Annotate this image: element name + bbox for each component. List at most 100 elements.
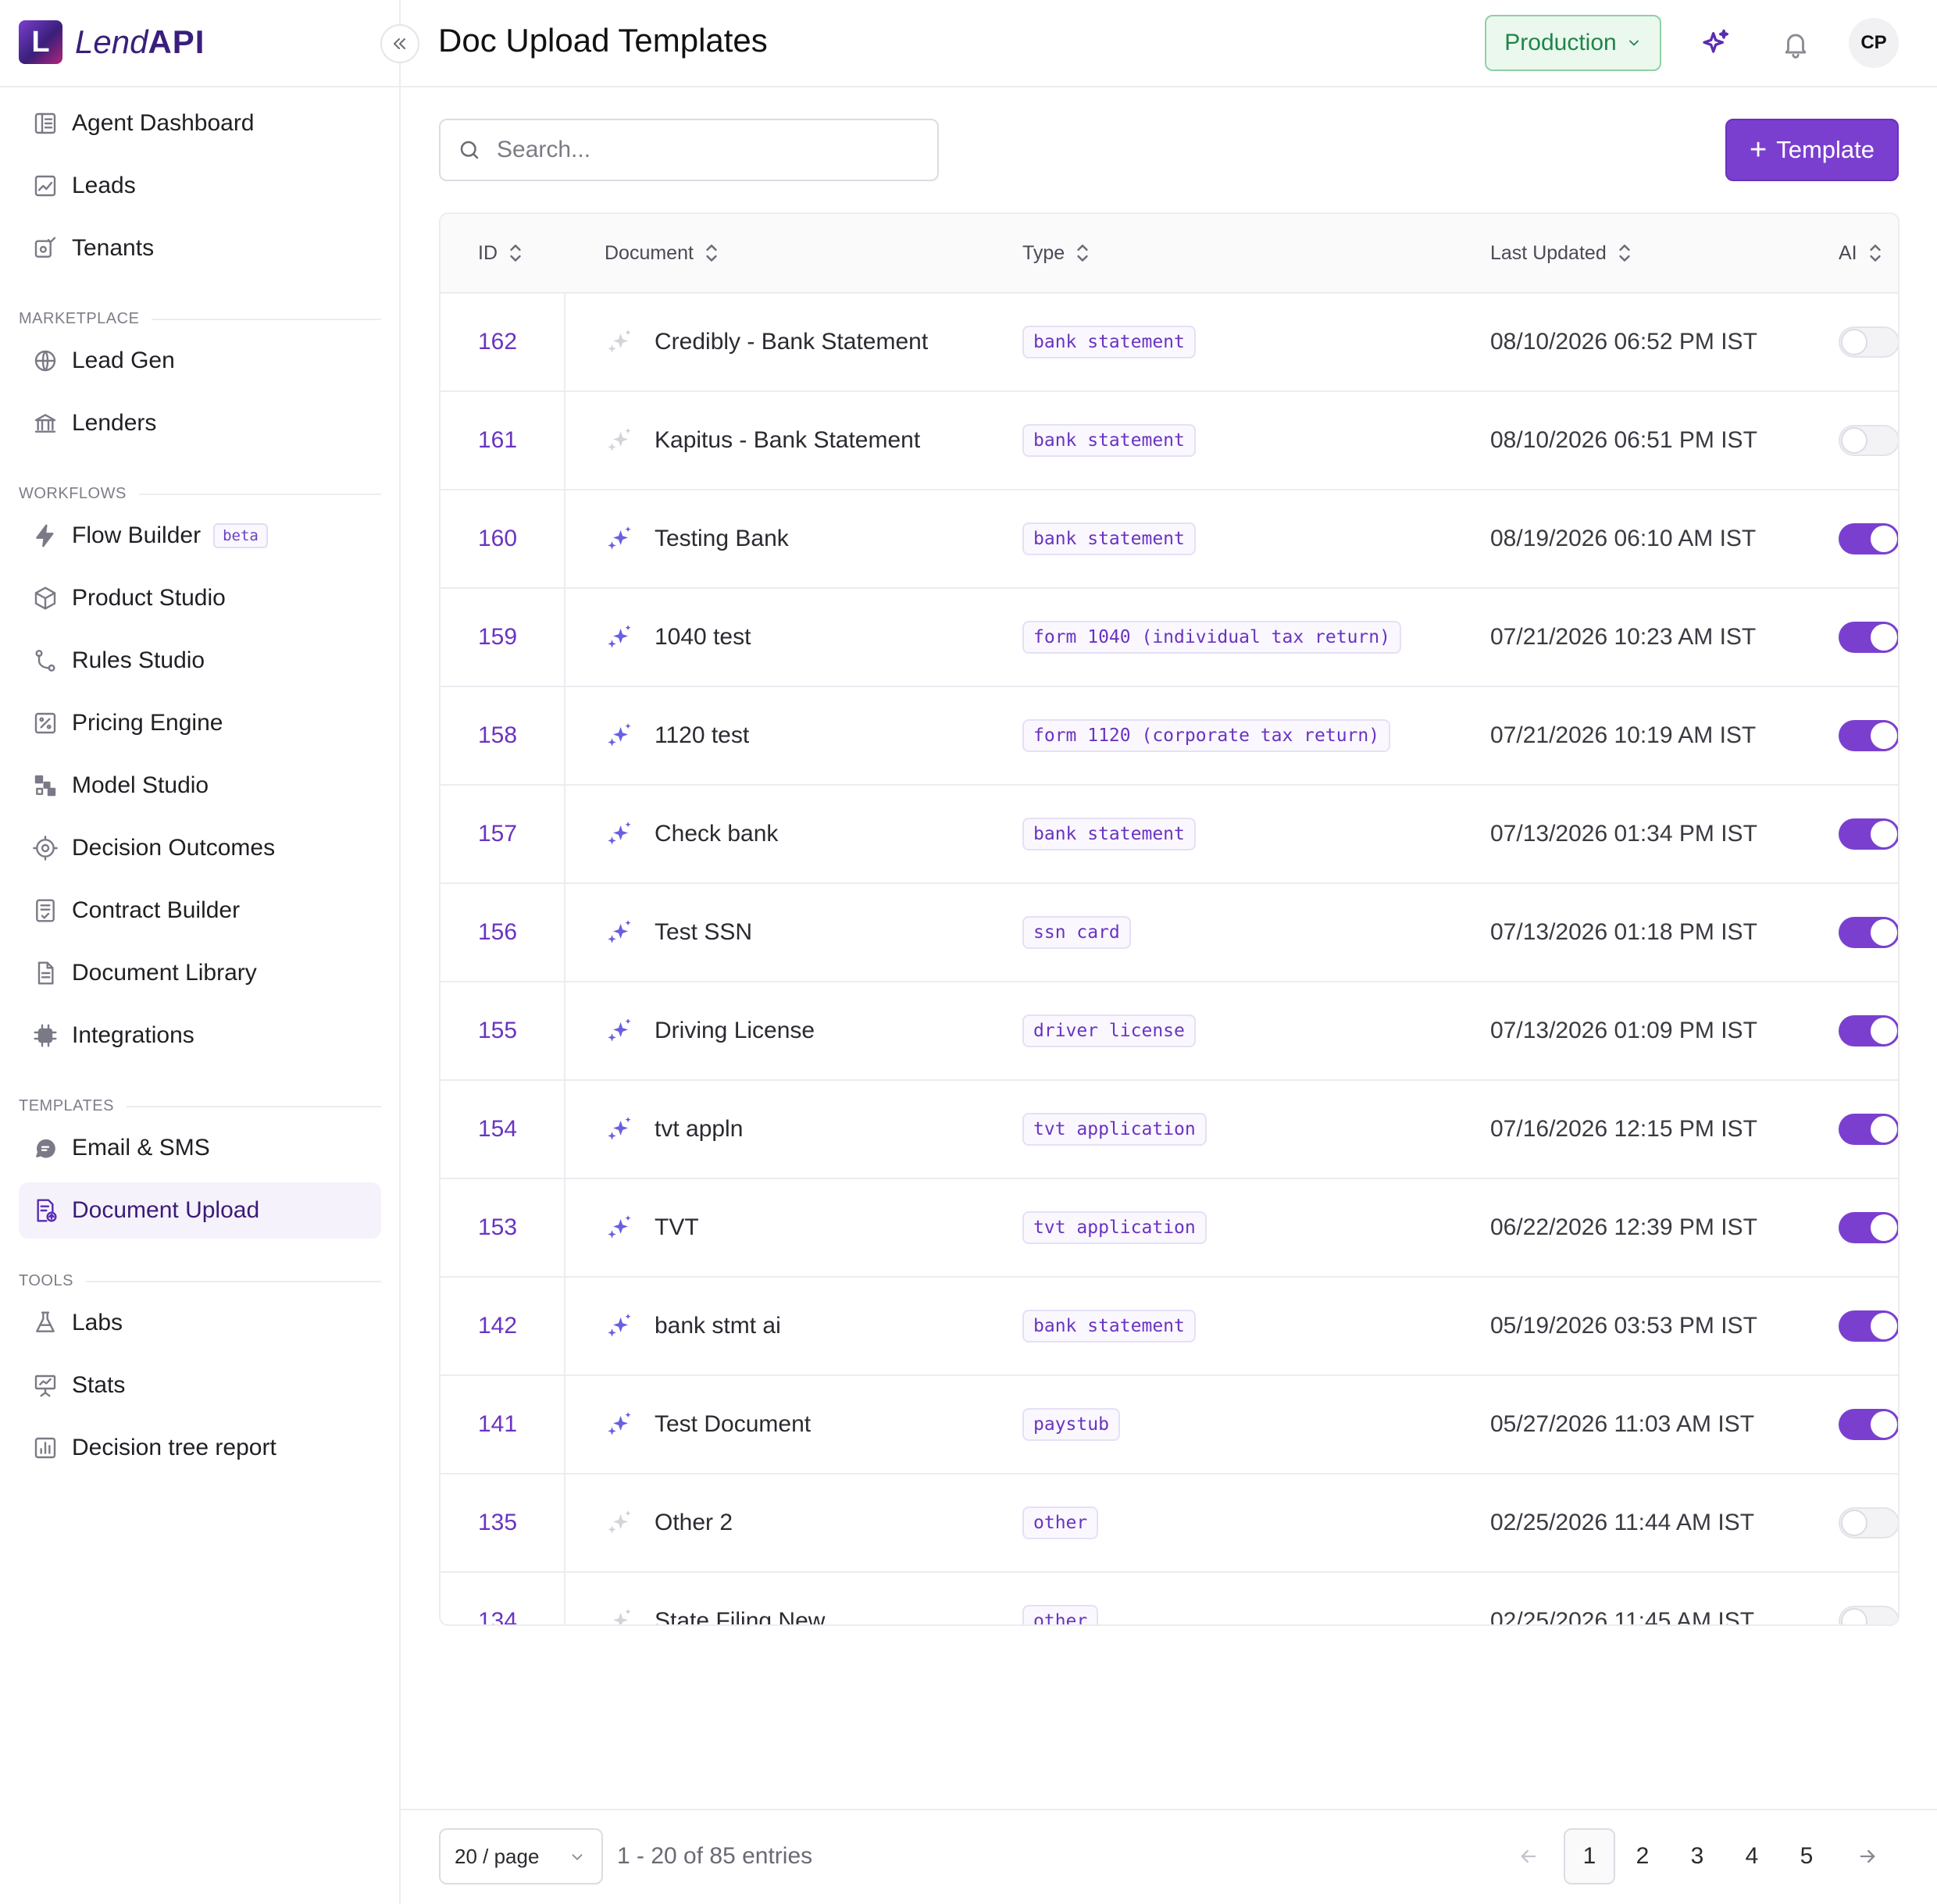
document-cell[interactable]: State Filing New (605, 1573, 825, 1624)
notifications-button[interactable] (1775, 23, 1816, 64)
template-id-link[interactable]: 153 (478, 1179, 517, 1276)
sidebar-item-email-sms[interactable]: Email & SMS (19, 1120, 381, 1176)
table-row[interactable]: 157 Check bank bank statement 07/13/2026 01… (441, 786, 1898, 884)
ai-toggle[interactable] (1839, 818, 1898, 850)
ai-toggle[interactable] (1839, 1114, 1898, 1145)
ai-toggle[interactable] (1839, 1310, 1898, 1342)
document-cell[interactable]: 1040 test (605, 589, 751, 686)
table-row[interactable]: 159 1040 test form 1040 (individual tax re… (441, 589, 1898, 687)
table-row[interactable]: 160 Testing Bank bank statement 08/19/2026 … (441, 490, 1898, 589)
toggle-knob (1841, 427, 1867, 454)
document-cell[interactable]: TVT (605, 1179, 699, 1276)
sidebar-item-decision-outcomes[interactable]: Decision Outcomes (19, 820, 381, 876)
user-avatar[interactable]: CP (1849, 18, 1899, 68)
ai-toggle[interactable] (1839, 523, 1898, 554)
template-id-link[interactable]: 135 (478, 1474, 517, 1571)
table-row[interactable]: 158 1120 test form 1120 (corporate tax ret… (441, 687, 1898, 786)
document-cell[interactable]: Check bank (605, 786, 778, 882)
document-cell[interactable]: Test Document (605, 1376, 811, 1473)
template-id-link[interactable]: 161 (478, 392, 517, 489)
ai-toggle[interactable] (1839, 1212, 1898, 1243)
template-id-link[interactable]: 158 (478, 687, 517, 784)
search-input[interactable] (497, 137, 934, 163)
ai-toggle[interactable] (1839, 622, 1898, 653)
document-cell[interactable]: Kapitus - Bank Statement (605, 392, 920, 489)
sidebar-item-decision-tree-report[interactable]: Decision tree report (19, 1420, 381, 1476)
collapse-sidebar-button[interactable] (380, 24, 419, 63)
sidebar-item-lead-gen[interactable]: Lead Gen (19, 333, 381, 389)
page-1-button[interactable]: 1 (1564, 1828, 1615, 1884)
sidebar-item-leads[interactable]: Leads (19, 158, 381, 214)
template-id-link[interactable]: 160 (478, 490, 517, 587)
page-4-button[interactable]: 4 (1726, 1828, 1778, 1884)
document-cell[interactable]: Driving License (605, 982, 815, 1079)
environment-selector[interactable]: Production (1485, 15, 1661, 71)
next-page-button[interactable] (1854, 1828, 1881, 1884)
table-row[interactable]: 154 tvt appln tvt application 07/16/2026 12… (441, 1081, 1898, 1179)
ai-toggle[interactable] (1839, 917, 1898, 948)
ai-toggle[interactable] (1839, 1606, 1898, 1624)
add-template-button[interactable]: + Template (1725, 119, 1899, 181)
template-id-link[interactable]: 141 (478, 1376, 517, 1473)
document-cell[interactable]: Other 2 (605, 1474, 733, 1571)
sidebar-item-labs[interactable]: Labs (19, 1295, 381, 1351)
brand-logo[interactable]: L LendAPI (19, 20, 205, 64)
document-cell[interactable]: Test SSN (605, 884, 752, 981)
table-row[interactable]: 162 Credibly - Bank Statement bank stateme… (441, 294, 1898, 392)
document-cell[interactable]: tvt appln (605, 1081, 743, 1178)
column-header-last-updated[interactable]: Last Updated (1490, 214, 1633, 292)
prev-page-button[interactable] (1515, 1828, 1542, 1884)
sidebar-item-rules-studio[interactable]: Rules Studio (19, 633, 381, 689)
table-row[interactable]: 134 State Filing New other 02/25/2026 11:45… (441, 1573, 1898, 1624)
template-id-link[interactable]: 162 (478, 294, 517, 390)
sidebar-item-stats[interactable]: Stats (19, 1357, 381, 1414)
ai-toggle[interactable] (1839, 1015, 1898, 1046)
column-header-id[interactable]: ID (478, 214, 524, 292)
sidebar-item-model-studio[interactable]: Model Studio (19, 758, 381, 814)
document-cell[interactable]: 1120 test (605, 687, 749, 784)
document-cell[interactable]: bank stmt ai (605, 1278, 781, 1375)
ai-toggle[interactable] (1839, 1507, 1898, 1539)
table-row[interactable]: 142 bank stmt ai bank statement 05/19/2026 … (441, 1278, 1898, 1376)
page-3-button[interactable]: 3 (1671, 1828, 1723, 1884)
ai-toggle[interactable] (1839, 425, 1898, 456)
sidebar-item-flow-builder[interactable]: Flow Builder beta (19, 508, 381, 564)
column-header-ai[interactable]: AI (1839, 214, 1884, 292)
page-size-select[interactable]: 20 / page (439, 1828, 603, 1884)
ai-toggle[interactable] (1839, 326, 1898, 358)
page-5-button[interactable]: 5 (1781, 1828, 1832, 1884)
table-row[interactable]: 161 Kapitus - Bank Statement bank statemen… (441, 392, 1898, 490)
sidebar-nav: Agent Dashboard Leads Tenants MARKETPLACE Le… (19, 95, 381, 1482)
template-id-link[interactable]: 134 (478, 1573, 517, 1624)
sidebar-item-tenants[interactable]: Tenants (19, 220, 381, 276)
template-id-link[interactable]: 157 (478, 786, 517, 882)
template-id-link[interactable]: 159 (478, 589, 517, 686)
search-box[interactable] (439, 119, 939, 181)
template-id-link[interactable]: 156 (478, 884, 517, 981)
sidebar-item-document-library[interactable]: Document Library (19, 945, 381, 1001)
template-id-link[interactable]: 155 (478, 982, 517, 1079)
table-row[interactable]: 155 Driving License driver license 07/13/20… (441, 982, 1898, 1081)
table-row[interactable]: 153 TVT tvt application 06/22/2026 12:39 PM… (441, 1179, 1898, 1278)
template-id-link[interactable]: 142 (478, 1278, 517, 1375)
ai-sparkle-button[interactable] (1696, 23, 1736, 64)
sidebar-item-agent-dashboard[interactable]: Agent Dashboard (19, 95, 381, 152)
sidebar-item-integrations[interactable]: Integrations (19, 1007, 381, 1064)
document-cell[interactable]: Testing Bank (605, 490, 789, 587)
column-header-document[interactable]: Document (605, 214, 720, 292)
ai-toggle[interactable] (1839, 1409, 1898, 1440)
sidebar-item-product-studio[interactable]: Product Studio (19, 570, 381, 626)
sidebar-item-lenders[interactable]: Lenders (19, 395, 381, 451)
page-2-button[interactable]: 2 (1617, 1828, 1668, 1884)
document-name: Driving License (655, 1018, 815, 1043)
column-header-type[interactable]: Type (1022, 214, 1091, 292)
document-cell[interactable]: Credibly - Bank Statement (605, 294, 928, 390)
sidebar-item-pricing-engine[interactable]: Pricing Engine (19, 695, 381, 751)
table-row[interactable]: 156 Test SSN ssn card 07/13/2026 01:18 PM I… (441, 884, 1898, 982)
sidebar-item-document-upload[interactable]: Document Upload (19, 1182, 381, 1239)
table-row[interactable]: 135 Other 2 other 02/25/2026 11:44 AM IST (441, 1474, 1898, 1573)
table-row[interactable]: 141 Test Document paystub 05/27/2026 11:03 … (441, 1376, 1898, 1474)
template-id-link[interactable]: 154 (478, 1081, 517, 1178)
ai-toggle[interactable] (1839, 720, 1898, 751)
sidebar-item-contract-builder[interactable]: Contract Builder (19, 882, 381, 939)
